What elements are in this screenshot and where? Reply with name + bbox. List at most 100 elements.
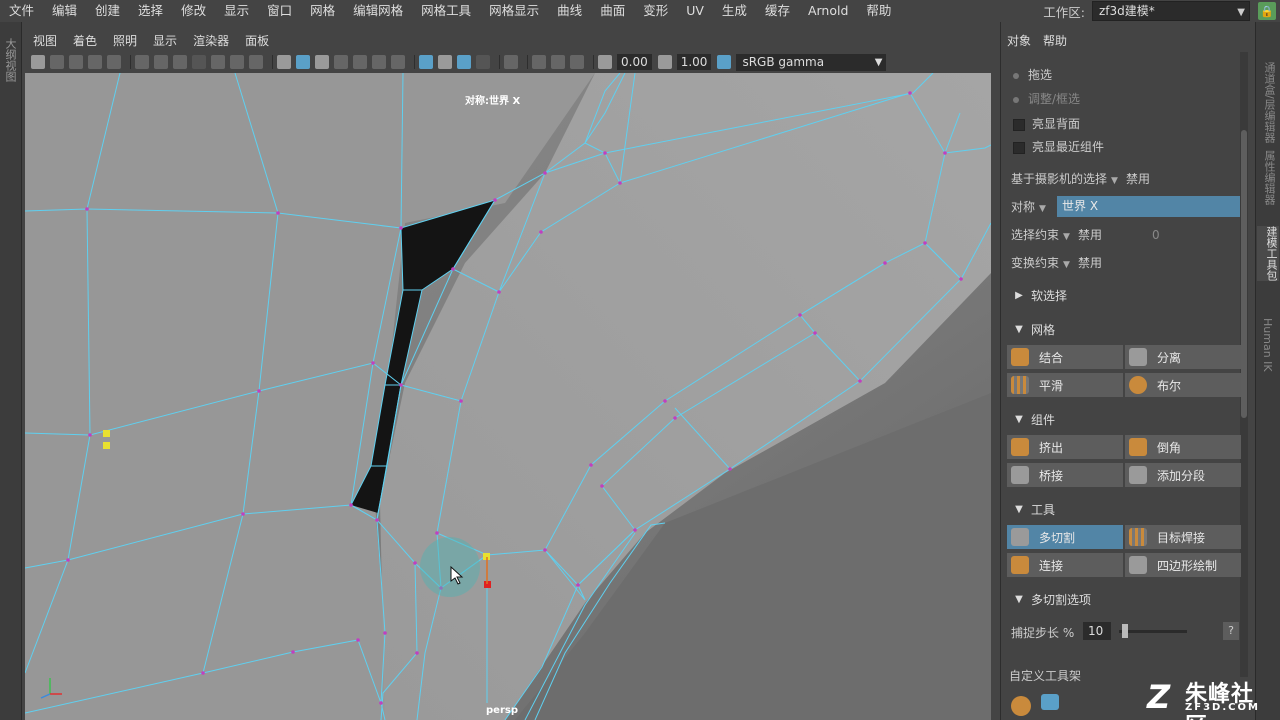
lights-icon[interactable] xyxy=(372,55,386,69)
menu-file[interactable]: 文件 xyxy=(0,0,43,22)
menu-deform[interactable]: 变形 xyxy=(634,0,677,22)
toolkit-scrollbar[interactable] xyxy=(1240,52,1248,677)
menu-create[interactable]: 创建 xyxy=(86,0,129,22)
smooth-button[interactable]: 平滑 xyxy=(1007,373,1123,397)
shadows-icon[interactable] xyxy=(391,55,405,69)
depth-of-field-icon[interactable] xyxy=(570,55,584,69)
tools-section-header[interactable]: ▼ 工具 xyxy=(1007,498,1241,520)
menu-mesh-tools[interactable]: 网格工具 xyxy=(412,0,480,22)
menu-arnold[interactable]: Arnold xyxy=(799,0,857,22)
toolkit-menu-help[interactable]: 帮助 xyxy=(1043,32,1067,49)
extrude-button[interactable]: 挤出 xyxy=(1007,435,1123,459)
modeling-toolkit-tab[interactable]: 建模工具包 xyxy=(1257,226,1279,281)
exposure-field[interactable]: 0.00 xyxy=(617,54,652,70)
default-material-icon[interactable] xyxy=(315,55,329,69)
gamma-field[interactable]: 1.00 xyxy=(676,54,712,70)
help-button[interactable]: ? xyxy=(1223,622,1239,640)
viewport-menu-lighting[interactable]: 照明 xyxy=(105,32,145,49)
view-transform-dropdown[interactable]: sRGB gamma ▼ xyxy=(736,53,887,71)
checkbox[interactable] xyxy=(1013,141,1025,154)
multi-cut-button[interactable]: 多切割 xyxy=(1007,525,1123,549)
grease-pencil-icon[interactable] xyxy=(107,55,121,69)
menu-uv[interactable]: UV xyxy=(677,0,713,22)
motion-blur-icon[interactable] xyxy=(532,55,546,69)
xray-joints-icon[interactable] xyxy=(457,55,471,69)
menu-help[interactable]: 帮助 xyxy=(857,0,900,22)
menu-display[interactable]: 显示 xyxy=(215,0,258,22)
exposure-icon[interactable] xyxy=(598,55,612,69)
component-section-header[interactable]: ▼ 组件 xyxy=(1007,408,1241,430)
multicut-options-header[interactable]: ▼ 多切割选项 xyxy=(1007,588,1241,610)
human-ik-tab[interactable]: Human IK xyxy=(1261,318,1274,372)
textured-icon[interactable] xyxy=(353,55,367,69)
wireframe-on-shaded-icon[interactable] xyxy=(334,55,348,69)
bevel-button[interactable]: 倒角 xyxy=(1125,435,1241,459)
chevron-down-icon[interactable]: ▼ xyxy=(1039,204,1046,214)
select-tool-icon[interactable] xyxy=(1041,694,1059,710)
channel-box-tab[interactable]: 通道盒/层编辑器 xyxy=(1261,62,1277,143)
menu-modify[interactable]: 修改 xyxy=(172,0,215,22)
add-divisions-button[interactable]: 添加分段 xyxy=(1125,463,1241,487)
outliner-tab[interactable]: 大纲视图 xyxy=(2,38,18,82)
field-chart-icon[interactable] xyxy=(211,55,225,69)
viewport-menu-shading[interactable]: 着色 xyxy=(65,32,105,49)
film-gate-icon[interactable] xyxy=(154,55,168,69)
menu-mesh-display[interactable]: 网格显示 xyxy=(480,0,548,22)
sphere-icon[interactable] xyxy=(1011,696,1031,716)
wireframe-icon[interactable] xyxy=(277,55,291,69)
isolate-select-icon[interactable] xyxy=(504,55,518,69)
anti-alias-icon[interactable] xyxy=(551,55,565,69)
symmetry-dropdown[interactable]: 世界 X xyxy=(1057,196,1240,217)
menu-cache[interactable]: 缓存 xyxy=(756,0,799,22)
grid-icon[interactable] xyxy=(135,55,149,69)
camera-select-icon[interactable] xyxy=(31,55,45,69)
backface-option[interactable]: 亮显背面 xyxy=(1013,115,1080,132)
menu-mesh[interactable]: 网格 xyxy=(301,0,344,22)
scrollbar-thumb[interactable] xyxy=(1241,130,1247,418)
xray-active-icon[interactable] xyxy=(438,55,452,69)
menu-edit-mesh[interactable]: 编辑网格 xyxy=(344,0,412,22)
gamma-icon[interactable] xyxy=(657,55,672,69)
target-weld-button[interactable]: 目标焊接 xyxy=(1125,525,1241,549)
connect-button[interactable]: 连接 xyxy=(1007,553,1123,577)
color-management-icon[interactable] xyxy=(717,55,732,69)
lock-icon[interactable]: 🔒 xyxy=(1258,2,1276,20)
safe-action-icon[interactable] xyxy=(230,55,244,69)
soft-select-header[interactable]: ▶ 软选择 xyxy=(1007,284,1241,306)
viewport-menu-show[interactable]: 显示 xyxy=(145,32,185,49)
select-constraint-row[interactable]: 选择约束 ▼ 禁用 0 xyxy=(1011,226,1160,243)
xray-icon[interactable] xyxy=(419,55,433,69)
radio-icon[interactable] xyxy=(1013,72,1019,79)
menu-edit[interactable]: 编辑 xyxy=(43,0,86,22)
combine-button[interactable]: 结合 xyxy=(1007,345,1123,369)
checkbox[interactable] xyxy=(1013,118,1025,131)
transform-constraint-row[interactable]: 变换约束 ▼ 禁用 xyxy=(1011,254,1102,271)
resolution-gate-icon[interactable] xyxy=(173,55,187,69)
snap-step-slider[interactable] xyxy=(1119,630,1187,633)
gate-mask-icon[interactable] xyxy=(192,55,206,69)
viewport-menu-panels[interactable]: 面板 xyxy=(237,32,277,49)
viewport-menu-renderer[interactable]: 渲染器 xyxy=(185,32,237,49)
nearest-component-option[interactable]: 亮显最近组件 xyxy=(1013,138,1104,155)
image-plane-icon[interactable] xyxy=(88,55,102,69)
snap-step-field[interactable]: 10 xyxy=(1083,622,1111,640)
viewport-menu-view[interactable]: 视图 xyxy=(25,32,65,49)
toolkit-menu-object[interactable]: 对象 xyxy=(1007,32,1031,49)
drag-select-option[interactable]: 拖选 xyxy=(1013,66,1052,83)
menu-select[interactable]: 选择 xyxy=(129,0,172,22)
ambient-occlusion-icon[interactable] xyxy=(476,55,490,69)
mesh-section-header[interactable]: ▼ 网格 xyxy=(1007,318,1241,340)
adjust-select-option[interactable]: 调整/框选 xyxy=(1013,90,1080,107)
3d-viewport[interactable]: 对称:世界 X persp xyxy=(25,73,991,720)
quad-draw-button[interactable]: 四边形绘制 xyxy=(1125,553,1241,577)
bookmark-icon[interactable] xyxy=(69,55,83,69)
boolean-button[interactable]: 布尔 xyxy=(1125,373,1241,397)
attribute-editor-tab[interactable]: 属性编辑器 xyxy=(1261,150,1277,205)
snap-step-slider-handle[interactable] xyxy=(1122,624,1128,638)
separate-button[interactable]: 分离 xyxy=(1125,345,1241,369)
smooth-shade-icon[interactable] xyxy=(296,55,310,69)
workspace-dropdown[interactable]: zf3d建模* ▼ xyxy=(1092,1,1250,21)
camera-based-select-row[interactable]: 基于摄影机的选择 ▼ 禁用 xyxy=(1011,170,1150,187)
menu-surfaces[interactable]: 曲面 xyxy=(591,0,634,22)
menu-generate[interactable]: 生成 xyxy=(713,0,756,22)
